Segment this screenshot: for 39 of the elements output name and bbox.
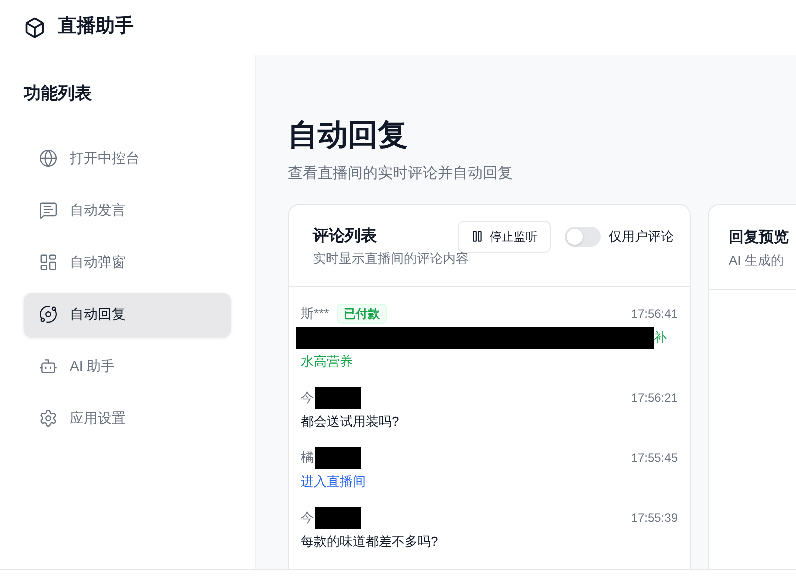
comment-time: 17:55:45 — [631, 450, 678, 467]
comment-username: 今 — [301, 509, 314, 528]
sidebar-item[interactable]: 自动发言 — [24, 188, 231, 232]
box-logo-icon — [24, 16, 46, 38]
app-title: 直播助手 — [58, 14, 134, 40]
sidebar-item[interactable]: 自动弹窗 — [24, 240, 231, 284]
page-title: 自动回复 — [288, 118, 409, 154]
comment-text: 进入直播间 — [301, 473, 366, 491]
comment-text: 水高营养 — [301, 353, 353, 371]
comment-username: 今 — [301, 389, 314, 408]
comment-text: 都会送试用装吗? — [301, 413, 400, 431]
sidebar-heading: 功能列表 — [24, 83, 93, 105]
chat-bot-icon — [39, 357, 58, 376]
card-title: 评论列表 — [313, 226, 378, 246]
comment-time: 17:55:39 — [631, 510, 678, 527]
pause-icon — [471, 230, 484, 243]
sidebar-item[interactable]: 打开中控台 — [24, 136, 231, 180]
sidebar-item[interactable]: 自动回复 — [24, 292, 231, 336]
card-title: 回复预览 — [729, 228, 790, 248]
sidebar-item[interactable]: AI 助手 — [24, 344, 231, 388]
settings-icon — [39, 409, 58, 428]
comment-username: 斯*** — [301, 305, 330, 324]
chat-icon — [39, 201, 58, 220]
comment-text: 补 — [654, 329, 667, 348]
globe-icon — [39, 149, 58, 168]
comment-time: 17:56:41 — [631, 306, 678, 323]
toggle-label: 仅用户评论 — [609, 228, 674, 246]
paid-tag: 已付款 — [337, 304, 388, 324]
comment-text: 每款的味道都差不多吗? — [301, 533, 438, 551]
toggle-switch[interactable] — [565, 226, 601, 246]
page-subtitle: 查看直播间的实时评论并自动回复 — [288, 164, 514, 184]
squares-icon — [39, 253, 58, 272]
card-subtitle: AI 生成的 — [729, 252, 785, 270]
comment-username: 橘 — [301, 449, 314, 468]
stop-listening-button[interactable]: 停止监听 — [458, 220, 551, 252]
orbit-icon — [39, 305, 58, 324]
card-subtitle: 实时显示直播间的评论内容 — [313, 250, 469, 268]
sidebar-item[interactable]: 应用设置 — [24, 396, 231, 440]
comment-time: 17:56:21 — [631, 390, 678, 407]
